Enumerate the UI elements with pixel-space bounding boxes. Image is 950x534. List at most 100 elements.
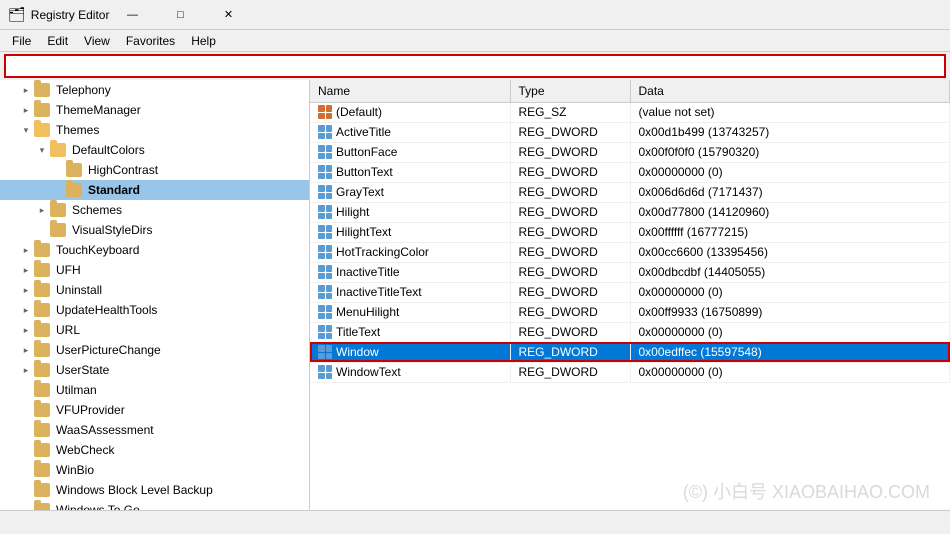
tree-arrow-icon[interactable]: ▸: [18, 302, 34, 318]
tree-item-label: VisualStyleDirs: [72, 223, 152, 237]
table-row[interactable]: HilightTextREG_DWORD0x00ffffff (16777215…: [310, 222, 950, 242]
tree-item[interactable]: HighContrast: [0, 160, 309, 180]
col-data[interactable]: Data: [630, 80, 950, 102]
tree-panel: ▸ Telephony ▸ThemeManager ▾ Themes ▾DefaultCo…: [0, 80, 310, 510]
tree-item[interactable]: WinBio: [0, 460, 309, 480]
tree-item[interactable]: ▸ThemeManager: [0, 100, 309, 120]
tree-arrow-icon[interactable]: ▸: [18, 242, 34, 258]
cell-name: (Default): [310, 102, 510, 122]
cell-name: ActiveTitle: [310, 122, 510, 142]
tree-item[interactable]: ▸ Uninstall: [0, 280, 309, 300]
menu-item-file[interactable]: File: [4, 32, 39, 50]
cell-name: Window: [310, 342, 510, 362]
tree-arrow-icon[interactable]: ▾: [34, 142, 50, 158]
tree-item[interactable]: ▸UpdateHealthTools: [0, 300, 309, 320]
tree-arrow-icon[interactable]: ▸: [18, 262, 34, 278]
registry-table: Name Type Data (Default)REG_SZ(value not…: [310, 80, 950, 383]
folder-icon: [34, 343, 50, 357]
address-input[interactable]: Computer\HKEY_LOCAL_MACHINE\SOFTWARE\Mic…: [6, 59, 944, 73]
table-row[interactable]: InactiveTitleREG_DWORD0x00dbcdbf (144050…: [310, 262, 950, 282]
col-type[interactable]: Type: [510, 80, 630, 102]
tree-item[interactable]: Windows To Go: [0, 500, 309, 510]
tree-arrow-icon[interactable]: ▸: [18, 322, 34, 338]
reg-entry-icon: [318, 205, 332, 219]
table-row[interactable]: ActiveTitleREG_DWORD0x00d1b499 (13743257…: [310, 122, 950, 142]
table-row[interactable]: (Default)REG_SZ(value not set): [310, 102, 950, 122]
table-row[interactable]: TitleTextREG_DWORD0x00000000 (0): [310, 322, 950, 342]
tree-item-label: WinBio: [56, 463, 94, 477]
titlebar: 🗂 Registry Editor — □ ✕: [0, 0, 950, 30]
tree-arrow-icon[interactable]: ▸: [18, 102, 34, 118]
col-name[interactable]: Name: [310, 80, 510, 102]
table-row[interactable]: HilightREG_DWORD0x00d77800 (14120960): [310, 202, 950, 222]
table-row[interactable]: GrayTextREG_DWORD0x006d6d6d (7171437): [310, 182, 950, 202]
close-button[interactable]: ✕: [205, 0, 251, 30]
tree-item-label: UserState: [56, 363, 109, 377]
table-row[interactable]: WindowREG_DWORD0x00edffec (15597548): [310, 342, 950, 362]
tree-item[interactable]: ▸ UserPictureChange: [0, 340, 309, 360]
menu-item-favorites[interactable]: Favorites: [118, 32, 183, 50]
menu-item-help[interactable]: Help: [183, 32, 224, 50]
table-row[interactable]: InactiveTitleTextREG_DWORD0x00000000 (0): [310, 282, 950, 302]
tree-item[interactable]: ▸URL: [0, 320, 309, 340]
tree-item[interactable]: WebCheck: [0, 440, 309, 460]
tree-item[interactable]: Standard: [0, 180, 309, 200]
tree-item[interactable]: Utilman: [0, 380, 309, 400]
cell-data: 0x006d6d6d (7171437): [630, 182, 950, 202]
reg-entry-icon: [318, 265, 332, 279]
tree-arrow-icon[interactable]: ▸: [34, 202, 50, 218]
reg-entry-icon: [318, 285, 332, 299]
reg-entry-icon: [318, 245, 332, 259]
cell-type: REG_DWORD: [510, 202, 630, 222]
reg-entry-icon: [318, 365, 332, 379]
reg-entry-icon: [318, 185, 332, 199]
tree-arrow-icon[interactable]: ▾: [18, 122, 34, 138]
reg-entry-icon: [318, 165, 332, 179]
reg-entry-icon: [318, 145, 332, 159]
cell-data: 0x00000000 (0): [630, 362, 950, 382]
cell-data: 0x00000000 (0): [630, 322, 950, 342]
tree-item[interactable]: ▸UFH: [0, 260, 309, 280]
menu-item-view[interactable]: View: [76, 32, 118, 50]
maximize-button[interactable]: □: [157, 0, 203, 30]
table-row[interactable]: HotTrackingColorREG_DWORD0x00cc6600 (133…: [310, 242, 950, 262]
table-row[interactable]: ButtonTextREG_DWORD0x00000000 (0): [310, 162, 950, 182]
tree-container: ▸ Telephony ▸ThemeManager ▾ Themes ▾DefaultCo…: [0, 80, 309, 510]
folder-icon: [34, 283, 50, 297]
tree-item[interactable]: VisualStyleDirs: [0, 220, 309, 240]
cell-data: 0x00d77800 (14120960): [630, 202, 950, 222]
cell-type: REG_DWORD: [510, 362, 630, 382]
folder-icon: [34, 483, 50, 497]
tree-item[interactable]: ▸ UserState: [0, 360, 309, 380]
table-row[interactable]: MenuHilightREG_DWORD0x00ff9933 (16750899…: [310, 302, 950, 322]
address-box: Computer\HKEY_LOCAL_MACHINE\SOFTWARE\Mic…: [4, 54, 946, 78]
tree-arrow-icon[interactable]: ▸: [18, 282, 34, 298]
tree-item[interactable]: ▸Schemes: [0, 200, 309, 220]
cell-name: InactiveTitle: [310, 262, 510, 282]
tree-item-label: Telephony: [56, 83, 111, 97]
tree-item-label: Themes: [56, 123, 99, 137]
tree-item-label: UserPictureChange: [56, 343, 161, 357]
tree-arrow-icon[interactable]: ▸: [18, 82, 34, 98]
tree-item[interactable]: ▾ Themes: [0, 120, 309, 140]
tree-item[interactable]: ▸TouchKeyboard: [0, 240, 309, 260]
tree-item[interactable]: WaaSAssessment: [0, 420, 309, 440]
menu-item-edit[interactable]: Edit: [39, 32, 76, 50]
table-row[interactable]: WindowTextREG_DWORD0x00000000 (0): [310, 362, 950, 382]
tree-item[interactable]: VFUProvider: [0, 400, 309, 420]
cell-name: HotTrackingColor: [310, 242, 510, 262]
folder-icon: [34, 103, 50, 117]
tree-arrow-icon[interactable]: ▸: [18, 342, 34, 358]
reg-entry-icon: [318, 225, 332, 239]
minimize-button[interactable]: —: [109, 0, 155, 30]
reg-entry-icon: [318, 125, 332, 139]
folder-icon: [50, 203, 66, 217]
table-row[interactable]: ButtonFaceREG_DWORD0x00f0f0f0 (15790320): [310, 142, 950, 162]
tree-arrow-icon[interactable]: ▸: [18, 362, 34, 378]
tree-item[interactable]: ▸ Telephony: [0, 80, 309, 100]
tree-item[interactable]: Windows Block Level Backup: [0, 480, 309, 500]
tree-item-label: Uninstall: [56, 283, 102, 297]
cell-type: REG_DWORD: [510, 162, 630, 182]
tree-item[interactable]: ▾DefaultColors: [0, 140, 309, 160]
tree-item-label: VFUProvider: [56, 403, 125, 417]
